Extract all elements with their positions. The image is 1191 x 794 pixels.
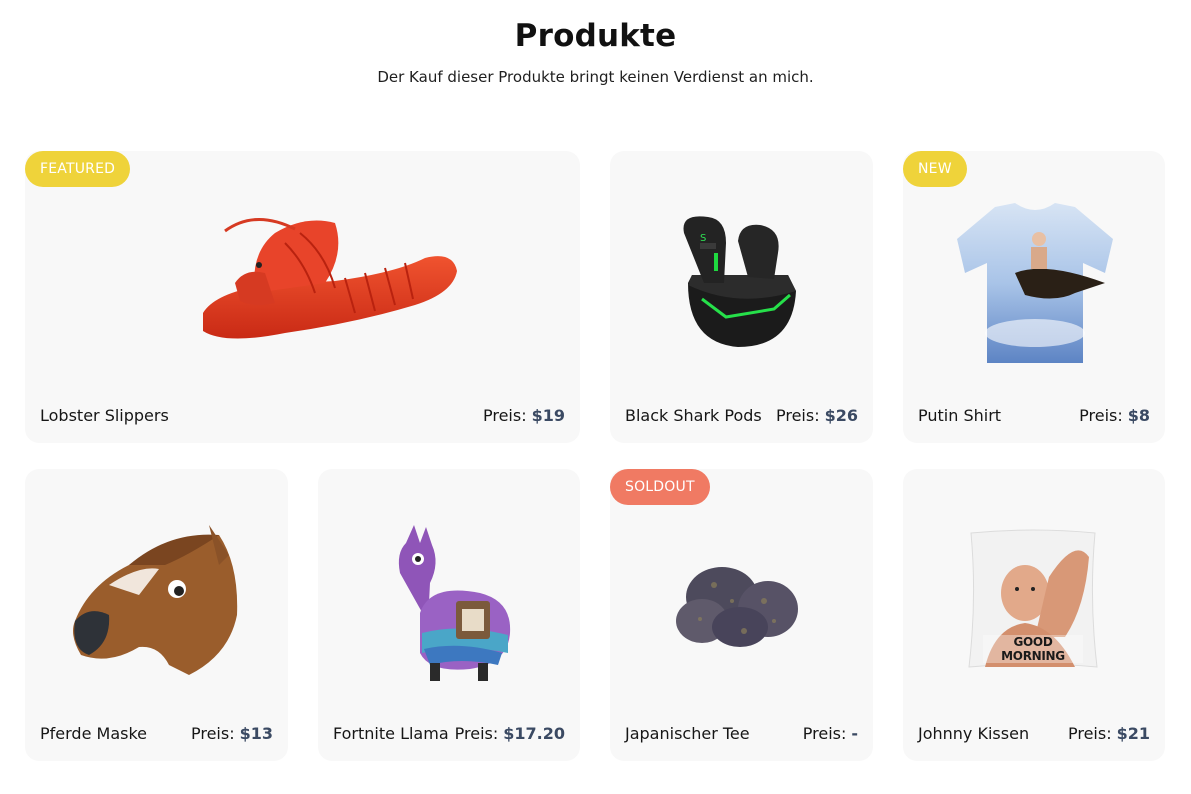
product-price: Preis: - <box>802 724 858 743</box>
product-name: Black Shark Pods <box>625 406 762 425</box>
page-subtitle: Der Kauf dieser Produkte bringt keinen V… <box>377 68 814 86</box>
earbuds-image: S <box>678 213 803 353</box>
product-card-lobster-slippers[interactable]: FEATURED Lobster Slippers Preis: $19 <box>25 151 580 443</box>
svg-text:S: S <box>700 233 706 244</box>
product-card-putin-shirt[interactable]: NEW Putin Shirt Preis: $8 <box>903 151 1165 443</box>
product-price: Preis: $26 <box>775 406 858 425</box>
product-price: Preis: $8 <box>1079 406 1150 425</box>
soldout-badge: SOLDOUT <box>610 469 710 505</box>
product-name: Pferde Maske <box>40 724 147 743</box>
product-card-japanischer-tee[interactable]: SOLDOUT Japanischer Tee Preis: - <box>610 469 873 761</box>
featured-badge: FEATURED <box>25 151 131 187</box>
product-card-pferde-maske[interactable]: Pferde Maske Preis: $13 <box>25 469 288 761</box>
pillow-image: GOOD MORNING <box>965 527 1101 672</box>
tea-buds-image <box>674 561 804 651</box>
product-price: Preis: $19 <box>482 406 565 425</box>
product-card-johnny-kissen[interactable]: GOOD MORNING Johnny Kissen Preis: $21 <box>903 469 1165 761</box>
product-price: Preis: $13 <box>190 724 273 743</box>
product-price: Preis: $21 <box>1067 724 1150 743</box>
tshirt-image <box>955 203 1115 365</box>
pillow-caption: GOOD MORNING <box>983 635 1083 663</box>
product-card-fortnite-llama[interactable]: Fortnite Llama Preis: $17.20 <box>318 469 580 761</box>
product-card-black-shark-pods[interactable]: S Black Shark Pods Preis: $26 <box>610 151 873 443</box>
new-badge: NEW <box>903 151 967 187</box>
horse-mask-image <box>69 525 244 677</box>
product-name: Lobster Slippers <box>40 406 169 425</box>
product-name: Japanischer Tee <box>625 724 750 743</box>
product-name: Johnny Kissen <box>918 724 1030 743</box>
product-price: Preis: $17.20 <box>454 724 565 743</box>
lobster-slipper-image <box>195 213 460 348</box>
page-title: Produkte <box>514 18 677 54</box>
product-name: Putin Shirt <box>918 406 1002 425</box>
llama-plush-image <box>390 523 520 683</box>
product-name: Fortnite Llama <box>333 724 449 743</box>
